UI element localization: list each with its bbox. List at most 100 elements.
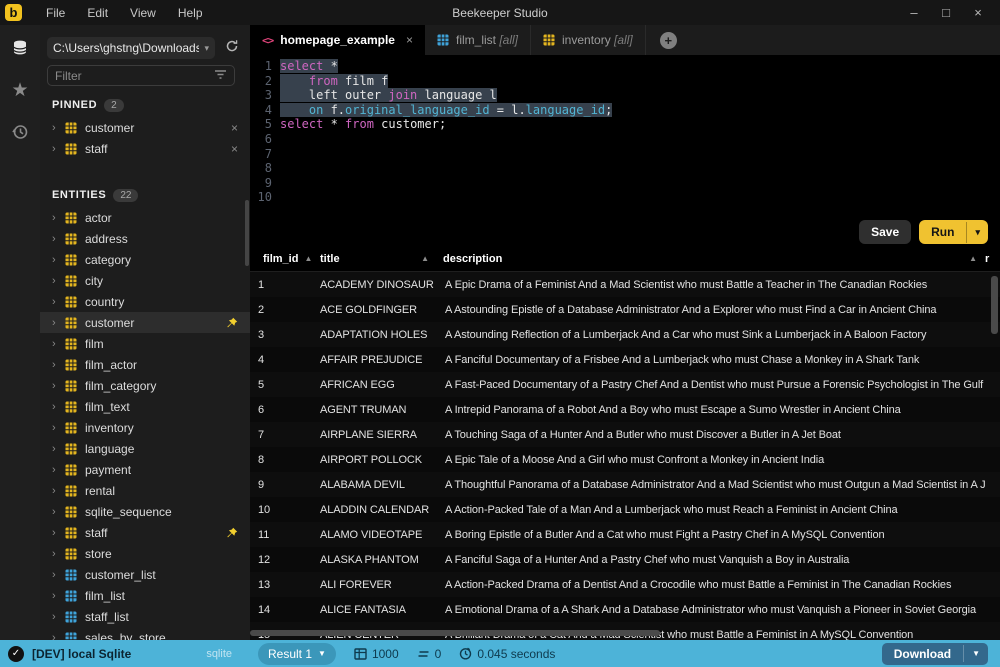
cell-title[interactable]: AFRICAN EGG xyxy=(312,379,437,391)
chevron-right-icon[interactable]: › xyxy=(52,401,65,413)
pin-icon[interactable] xyxy=(226,317,238,329)
chevron-right-icon[interactable]: › xyxy=(52,632,65,641)
sql-editor[interactable]: 1select *2 from film f3 left outer join … xyxy=(250,55,1000,218)
cell-description[interactable]: A Action-Packed Drama of a Dentist And a… xyxy=(437,579,985,591)
entity-item-film_category[interactable]: › film_category xyxy=(40,375,250,396)
chevron-right-icon[interactable]: › xyxy=(52,548,65,560)
cell-title[interactable]: AGENT TRUMAN xyxy=(312,404,437,416)
tab-homepage_example[interactable]: <>homepage_example× xyxy=(250,25,425,55)
cell-title[interactable]: ADAPTATION HOLES xyxy=(312,329,437,341)
cell-description[interactable]: A Thoughtful Panorama of a Database Admi… xyxy=(437,479,985,491)
run-button[interactable]: Run ▾ xyxy=(919,220,988,244)
chevron-right-icon[interactable]: › xyxy=(52,296,65,308)
cell-title[interactable]: ACE GOLDFINGER xyxy=(312,304,437,316)
table-row[interactable]: 13ALI FOREVERA Action-Packed Drama of a … xyxy=(250,572,1000,597)
database-selector[interactable]: C:\Users\ghstng\Downloads ▾ xyxy=(47,37,215,59)
menu-view[interactable]: View xyxy=(120,3,166,23)
chevron-right-icon[interactable]: › xyxy=(52,443,65,455)
entity-item-film[interactable]: › film xyxy=(40,333,250,354)
entity-item-actor[interactable]: › actor xyxy=(40,207,250,228)
cell-film-id[interactable]: 2 xyxy=(250,304,312,316)
minimize-button[interactable]: – xyxy=(900,3,928,23)
connection-name[interactable]: [DEV] local Sqlite xyxy=(32,647,131,661)
chevron-right-icon[interactable]: › xyxy=(52,143,65,155)
menu-file[interactable]: File xyxy=(36,3,75,23)
table-row[interactable]: 1ACADEMY DINOSAURA Epic Drama of a Femin… xyxy=(250,272,1000,297)
chevron-right-icon[interactable]: › xyxy=(52,338,65,350)
tab-inventory[interactable]: inventory [all] xyxy=(531,25,646,55)
entity-item-customer[interactable]: › customer xyxy=(40,312,250,333)
filter-icon[interactable] xyxy=(214,67,227,85)
column-header-partial[interactable]: r xyxy=(985,246,1000,271)
cell-film-id[interactable]: 10 xyxy=(250,504,312,516)
filter-input[interactable] xyxy=(55,69,214,83)
cell-film-id[interactable]: 14 xyxy=(250,604,312,616)
unpin-icon[interactable]: × xyxy=(231,121,238,135)
chevron-right-icon[interactable]: › xyxy=(52,317,65,329)
cell-title[interactable]: AFFAIR PREJUDICE xyxy=(312,354,437,366)
cell-description[interactable]: A Intrepid Panorama of a Robot And a Boy… xyxy=(437,404,985,416)
download-button-label[interactable]: Download xyxy=(882,643,963,665)
horizontal-scrollbar[interactable] xyxy=(250,630,660,636)
cell-title[interactable]: ALICE FANTASIA xyxy=(312,604,437,616)
chevron-right-icon[interactable]: › xyxy=(52,380,65,392)
cell-description[interactable]: A Epic Tale of a Moose And a Girl who mu… xyxy=(437,454,985,466)
entity-item-staff_list[interactable]: › staff_list xyxy=(40,606,250,627)
chevron-right-icon[interactable]: › xyxy=(52,590,65,602)
table-row[interactable]: 7AIRPLANE SIERRAA Touching Saga of a Hun… xyxy=(250,422,1000,447)
cell-description[interactable]: A Astounding Epistle of a Database Admin… xyxy=(437,304,985,316)
chevron-right-icon[interactable]: › xyxy=(52,122,65,134)
table-row[interactable]: 4AFFAIR PREJUDICEA Fanciful Documentary … xyxy=(250,347,1000,372)
run-button-label[interactable]: Run xyxy=(919,220,966,244)
refresh-icon[interactable] xyxy=(225,39,239,58)
download-options-caret-icon[interactable]: ▼ xyxy=(963,645,988,662)
table-row[interactable]: 6AGENT TRUMANA Intrepid Panorama of a Ro… xyxy=(250,397,1000,422)
cell-film-id[interactable]: 1 xyxy=(250,279,312,291)
download-button[interactable]: Download ▼ xyxy=(882,643,988,665)
entity-item-address[interactable]: › address xyxy=(40,228,250,249)
database-icon[interactable] xyxy=(9,37,31,59)
chevron-right-icon[interactable]: › xyxy=(52,233,65,245)
table-row[interactable]: 12ALASKA PHANTOMA Fanciful Saga of a Hun… xyxy=(250,547,1000,572)
cell-description[interactable]: A Epic Drama of a Feminist And a Mad Sci… xyxy=(437,279,985,291)
cell-film-id[interactable]: 12 xyxy=(250,554,312,566)
sort-asc-icon[interactable]: ▲ xyxy=(421,254,429,263)
entity-item-sqlite_sequence[interactable]: › sqlite_sequence xyxy=(40,501,250,522)
entity-item-category[interactable]: › category xyxy=(40,249,250,270)
chevron-right-icon[interactable]: › xyxy=(52,611,65,623)
sort-asc-icon[interactable]: ▲ xyxy=(969,254,977,263)
entity-item-film_list[interactable]: › film_list xyxy=(40,585,250,606)
entity-item-store[interactable]: › store xyxy=(40,543,250,564)
entity-item-customer_list[interactable]: › customer_list xyxy=(40,564,250,585)
cell-film-id[interactable]: 3 xyxy=(250,329,312,341)
table-row[interactable]: 3ADAPTATION HOLESA Astounding Reflection… xyxy=(250,322,1000,347)
entity-item-film_actor[interactable]: › film_actor xyxy=(40,354,250,375)
sidebar-scrollbar[interactable] xyxy=(245,200,249,266)
cell-description[interactable]: A Touching Saga of a Hunter And a Butler… xyxy=(437,429,985,441)
cell-title[interactable]: ALABAMA DEVIL xyxy=(312,479,437,491)
chevron-right-icon[interactable]: › xyxy=(52,506,65,518)
menu-help[interactable]: Help xyxy=(168,3,213,23)
save-button[interactable]: Save xyxy=(859,220,911,244)
pinned-item-customer[interactable]: › customer× xyxy=(40,117,250,138)
entity-item-inventory[interactable]: › inventory xyxy=(40,417,250,438)
cell-film-id[interactable]: 7 xyxy=(250,429,312,441)
chevron-right-icon[interactable]: › xyxy=(52,527,65,539)
chevron-right-icon[interactable]: › xyxy=(52,485,65,497)
chevron-right-icon[interactable]: › xyxy=(52,359,65,371)
table-row[interactable]: 8AIRPORT POLLOCKA Epic Tale of a Moose A… xyxy=(250,447,1000,472)
table-row[interactable]: 2ACE GOLDFINGERA Astounding Epistle of a… xyxy=(250,297,1000,322)
cell-title[interactable]: AIRPORT POLLOCK xyxy=(312,454,437,466)
pinned-item-staff[interactable]: › staff× xyxy=(40,138,250,159)
new-tab-button[interactable]: + xyxy=(660,32,677,49)
entity-item-rental[interactable]: › rental xyxy=(40,480,250,501)
table-row[interactable]: 9ALABAMA DEVILA Thoughtful Panorama of a… xyxy=(250,472,1000,497)
cell-film-id[interactable]: 4 xyxy=(250,354,312,366)
menu-edit[interactable]: Edit xyxy=(77,3,118,23)
column-header-title[interactable]: title▲ xyxy=(312,246,437,271)
maximize-button[interactable]: □ xyxy=(932,3,960,23)
entity-item-city[interactable]: › city xyxy=(40,270,250,291)
entity-item-country[interactable]: › country xyxy=(40,291,250,312)
tab-film_list[interactable]: film_list [all] xyxy=(425,25,531,55)
result-selector[interactable]: Result 1 ▼ xyxy=(258,643,336,665)
